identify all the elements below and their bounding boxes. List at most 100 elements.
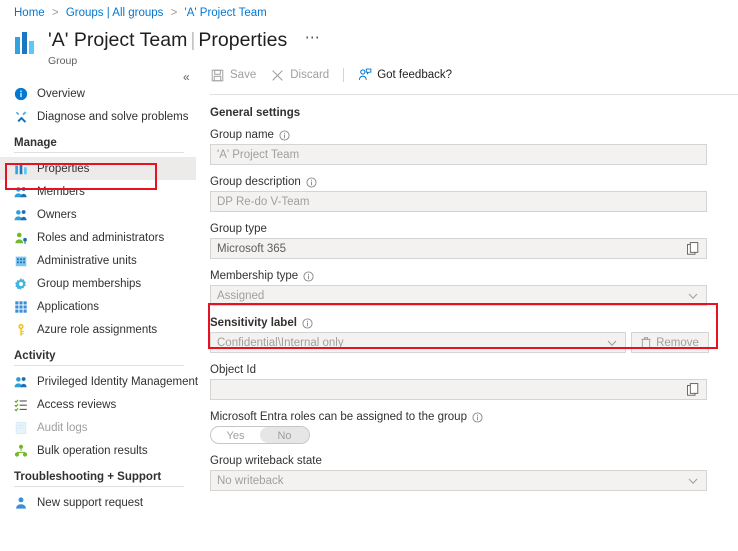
sidebar-item-label: Roles and administrators — [37, 232, 164, 244]
person-key-icon — [14, 231, 28, 245]
breadcrumb-separator: > — [171, 7, 178, 19]
toolbar-divider — [343, 68, 344, 82]
chevron-down-icon[interactable] — [687, 475, 699, 490]
object-id-field: Object Id — [210, 364, 738, 400]
azure-portal-group-properties-page: Home > Groups | All groups > 'A' Project… — [0, 0, 738, 551]
entra-roles-toggle-no[interactable]: No — [260, 427, 309, 443]
group-writeback-label: Group writeback state — [210, 455, 322, 467]
sidebar-item-owners[interactable]: Owners — [0, 203, 196, 226]
object-id-input[interactable] — [210, 379, 707, 400]
sensitivity-label-label: Sensitivity label — [210, 317, 297, 329]
sidebar-item-access-reviews[interactable]: Access reviews — [0, 393, 196, 416]
sidebar-item-azure-role-assignments[interactable]: Azure role assignments — [0, 318, 196, 341]
sensitivity-label-row: Confidential\Internal only Remove — [210, 332, 738, 353]
info-circle-outline-icon[interactable] — [306, 177, 317, 188]
key-icon — [14, 323, 28, 337]
sidebar-item-members[interactable]: Members — [0, 180, 196, 203]
sensitivity-label-value: Confidential\Internal only — [217, 337, 344, 349]
grid-apps-icon — [14, 300, 28, 314]
breadcrumb-separator: > — [52, 7, 59, 19]
remove-sensitivity-label-button[interactable]: Remove — [631, 332, 709, 353]
copy-icon[interactable] — [687, 242, 700, 259]
sidebar-item-group-memberships[interactable]: Group memberships — [0, 272, 196, 295]
more-options-icon[interactable]: ⋯ — [305, 26, 320, 50]
sidebar-item-label: Azure role assignments — [37, 324, 157, 336]
group-type-input[interactable]: Microsoft 365 — [210, 238, 707, 259]
gear-icon — [14, 277, 28, 291]
group-name-label: Group name — [210, 129, 274, 141]
info-circle-outline-icon[interactable] — [472, 412, 483, 423]
sidebar-item-administrative-units[interactable]: Administrative units — [0, 249, 196, 272]
group-description-label-row: Group description — [210, 176, 738, 188]
info-circle-outline-icon[interactable] — [303, 271, 314, 282]
sidebar-section-header: Manage — [0, 137, 196, 149]
people-icon — [14, 185, 28, 199]
membership-type-value: Assigned — [217, 290, 264, 302]
sidebar-item-label: Audit logs — [37, 422, 88, 434]
breadcrumb-item-home[interactable]: Home — [14, 7, 45, 19]
chevron-down-icon[interactable] — [606, 337, 618, 352]
hierarchy-icon — [14, 444, 28, 458]
remove-button-label: Remove — [656, 337, 699, 349]
document-icon — [14, 421, 28, 435]
group-description-label: Group description — [210, 176, 301, 188]
discard-button[interactable]: Discard — [270, 68, 329, 83]
chevron-down-icon[interactable] — [687, 290, 699, 305]
group-bars-icon — [14, 30, 40, 54]
people-icon — [14, 375, 28, 389]
membership-type-select[interactable]: Assigned — [210, 285, 707, 306]
content-pane: Save Discard Got feedback? — [210, 62, 738, 502]
sidebar-item-overview[interactable]: Overview — [0, 82, 196, 105]
sidebar-item-bulk-operation-results[interactable]: Bulk operation results — [0, 439, 196, 462]
copy-icon[interactable] — [687, 383, 700, 400]
save-button-label: Save — [230, 69, 256, 81]
group-name-input[interactable]: 'A' Project Team — [210, 144, 707, 165]
membership-type-field: Membership type Assigned — [210, 270, 738, 306]
page-title-resource: 'A' Project Team — [48, 29, 187, 51]
sidebar-item-label: Members — [37, 186, 85, 198]
sidebar-item-label: Diagnose and solve problems — [37, 111, 189, 123]
sidebar-item-diagnose-and-solve-problems[interactable]: Diagnose and solve problems — [0, 105, 196, 128]
sidebar-item-privileged-identity-management[interactable]: Privileged Identity Management — [0, 370, 196, 393]
wrench-icon — [14, 110, 28, 124]
sidebar-item-roles-and-administrators[interactable]: Roles and administrators — [0, 226, 196, 249]
breadcrumb-item-current[interactable]: 'A' Project Team — [185, 7, 267, 19]
sidebar-item-label: Properties — [37, 163, 89, 175]
command-toolbar: Save Discard Got feedback? — [210, 62, 738, 88]
checklist-icon — [14, 398, 28, 412]
breadcrumb-item-groups[interactable]: Groups | All groups — [66, 7, 164, 19]
entra-roles-field: Microsoft Entra roles can be assigned to… — [210, 411, 738, 444]
sidebar-section-header: Activity — [0, 350, 196, 362]
group-description-input[interactable]: DP Re-do V-Team — [210, 191, 707, 212]
sidebar-item-label: Bulk operation results — [37, 445, 148, 457]
group-writeback-select[interactable]: No writeback — [210, 470, 707, 491]
page-header: 'A' Project Team|Properties ⋯ Group — [14, 26, 320, 67]
sidebar-section-header: Troubleshooting + Support — [0, 471, 196, 483]
got-feedback-button[interactable]: Got feedback? — [357, 68, 452, 83]
sidebar-item-label: Access reviews — [37, 399, 116, 411]
group-type-label: Group type — [210, 223, 267, 235]
sidebar-item-audit-logs: Audit logs — [0, 416, 196, 439]
page-title: 'A' Project Team|Properties ⋯ — [48, 26, 320, 52]
sidebar-item-properties[interactable]: Properties — [0, 157, 196, 180]
sidebar-item-label: New support request — [37, 497, 143, 509]
sidebar-item-label: Overview — [37, 88, 85, 100]
building-icon — [14, 254, 28, 268]
info-circle-outline-icon[interactable] — [302, 318, 313, 329]
group-description-value: DP Re-do V-Team — [217, 196, 309, 208]
sidebar-item-new-support-request[interactable]: New support request — [0, 491, 196, 514]
page-title-page: Properties — [198, 29, 287, 51]
object-id-label: Object Id — [210, 364, 256, 376]
sidebar-item-applications[interactable]: Applications — [0, 295, 196, 318]
people-icon — [14, 208, 28, 222]
sensitivity-label-select[interactable]: Confidential\Internal only — [210, 332, 626, 353]
save-disk-icon — [210, 68, 225, 83]
entra-roles-toggle[interactable]: Yes No — [210, 426, 310, 444]
group-writeback-field: Group writeback state No writeback — [210, 455, 738, 491]
save-button[interactable]: Save — [210, 68, 256, 83]
toolbar-underline — [210, 94, 738, 95]
info-circle-outline-icon[interactable] — [279, 130, 290, 141]
group-writeback-label-row: Group writeback state — [210, 455, 738, 467]
trash-icon — [641, 337, 651, 348]
entra-roles-toggle-yes[interactable]: Yes — [211, 427, 260, 443]
